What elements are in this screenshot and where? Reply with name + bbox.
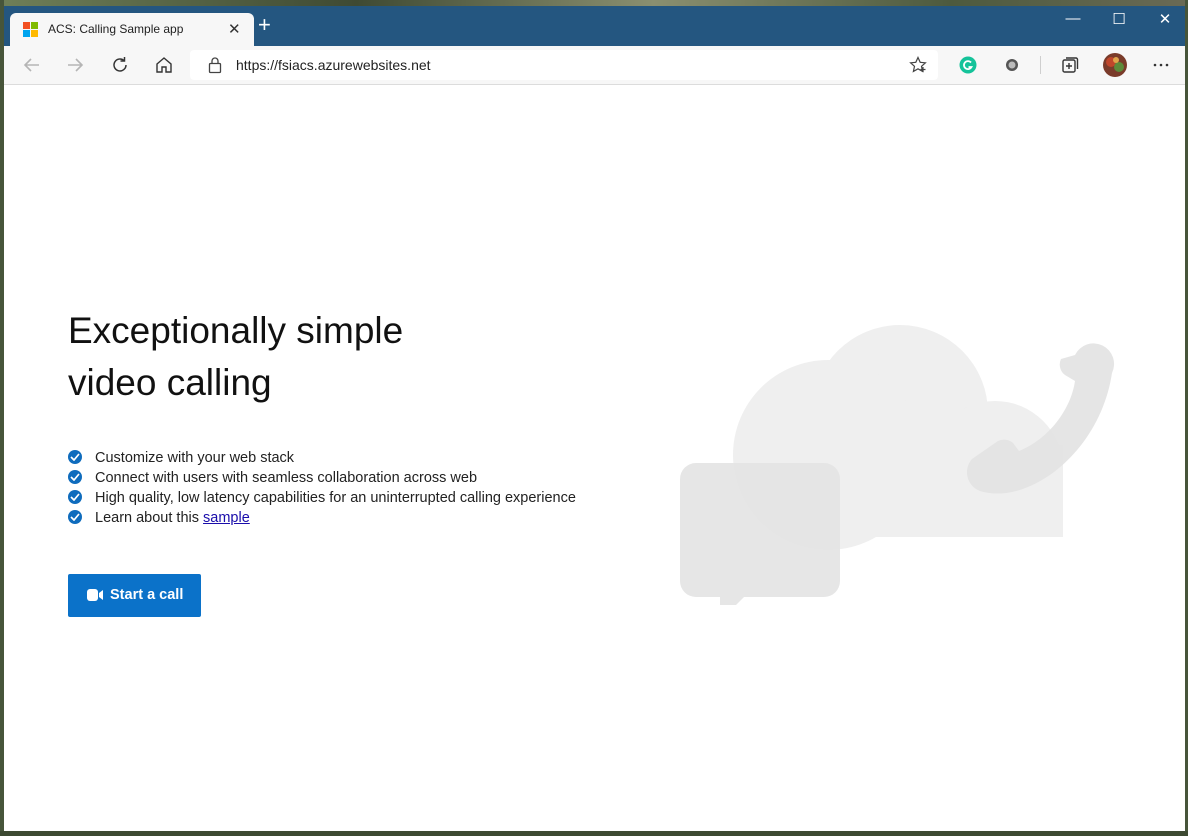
feature-text: Customize with your web stack <box>95 450 295 466</box>
back-arrow-icon[interactable] <box>20 53 44 77</box>
learn-prefix: Learn about this <box>95 510 204 526</box>
browser-titlebar: ACS: Calling Sample app ✕ + — ☐ ✕ <box>4 6 1185 46</box>
lock-icon[interactable] <box>206 55 224 80</box>
page-content: Exceptionally simple video calling Custo… <box>4 85 1185 831</box>
chat-bubble-illustration <box>680 463 840 614</box>
refresh-icon[interactable] <box>108 53 132 77</box>
page-title: Exceptionally simple video calling <box>68 305 488 409</box>
grammarly-extension-icon[interactable] <box>956 53 980 77</box>
feature-text-learn: Learn about this sample <box>95 508 250 528</box>
toolbar-divider <box>1040 56 1041 74</box>
check-circle-icon <box>68 470 82 484</box>
forward-arrow-icon[interactable] <box>63 53 87 77</box>
minimize-button[interactable]: — <box>1050 10 1096 27</box>
sample-link[interactable]: sample <box>203 510 250 526</box>
more-menu-icon[interactable] <box>1149 53 1173 77</box>
feature-text: Connect with users with seamless collabo… <box>95 470 478 486</box>
hero-illustration <box>680 325 1120 614</box>
page-title-line-1: Exceptionally simple <box>68 310 404 351</box>
tab-close-icon[interactable]: ✕ <box>228 20 241 38</box>
favorite-star-icon[interactable] <box>908 55 928 80</box>
new-tab-button[interactable]: + <box>258 14 271 36</box>
microsoft-logo-icon <box>23 22 38 37</box>
check-circle-icon <box>68 450 82 464</box>
check-circle-icon <box>68 490 82 504</box>
desktop-background-bottom <box>0 831 1188 836</box>
browser-toolbar: https://fsiacs.azurewebsites.net <box>4 46 1185 85</box>
browser-window: ACS: Calling Sample app ✕ + — ☐ ✕ https:… <box>4 6 1185 831</box>
start-call-button[interactable]: Start a call <box>68 574 201 617</box>
address-bar[interactable]: https://fsiacs.azurewebsites.net <box>190 50 938 80</box>
video-camera-icon <box>86 587 104 606</box>
page-title-line-2: video calling <box>68 362 272 403</box>
tab-title: ACS: Calling Sample app <box>48 22 184 36</box>
collections-icon[interactable] <box>1058 53 1082 77</box>
feature-text: High quality, low latency capabilities f… <box>95 490 576 506</box>
browser-tab-active[interactable]: ACS: Calling Sample app ✕ <box>10 13 254 46</box>
check-circle-icon <box>68 510 82 524</box>
home-icon[interactable] <box>152 53 176 77</box>
start-call-label: Start a call <box>110 587 184 603</box>
extension-icon[interactable] <box>1000 53 1024 77</box>
url-text[interactable]: https://fsiacs.azurewebsites.net <box>236 57 431 73</box>
close-window-button[interactable]: ✕ <box>1142 10 1185 28</box>
profile-avatar[interactable] <box>1102 52 1128 78</box>
maximize-button[interactable]: ☐ <box>1096 10 1142 28</box>
